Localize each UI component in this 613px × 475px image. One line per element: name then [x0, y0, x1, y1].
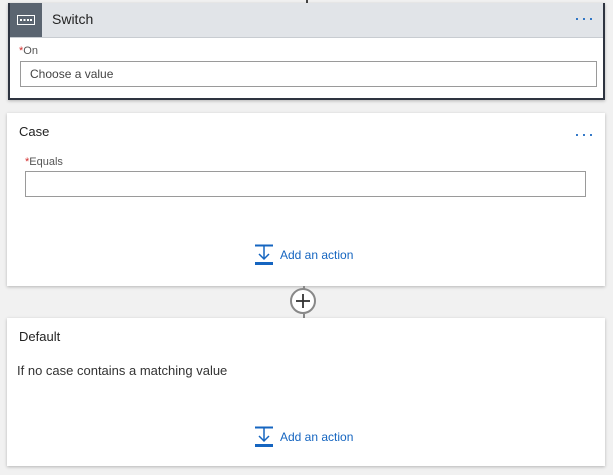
equals-label-text: Equals — [29, 156, 63, 168]
on-label: *On — [19, 45, 38, 57]
switch-more-menu-button[interactable]: ··· — [574, 9, 595, 27]
on-label-text: On — [23, 45, 38, 57]
switch-title: Switch — [52, 11, 94, 27]
switch-header[interactable]: Switch ··· — [10, 3, 603, 38]
switch-card: Switch ··· *On Choose a value — [8, 3, 605, 100]
default-description: If no case contains a matching value — [17, 363, 228, 378]
equals-label: *Equals — [25, 156, 63, 168]
case-card: Case ··· *Equals Add an action — [7, 113, 605, 286]
default-add-action-button[interactable]: Add an action — [254, 426, 353, 448]
default-add-action-label: Add an action — [280, 430, 354, 444]
on-value-input[interactable]: Choose a value — [20, 61, 597, 87]
case-more-menu-button[interactable]: ··· — [574, 125, 595, 143]
add-action-icon — [255, 244, 273, 265]
case-add-action-button[interactable]: Add an action — [254, 244, 353, 266]
default-card: Default If no case contains a matching v… — [7, 318, 605, 466]
add-step-button[interactable] — [290, 288, 316, 314]
case-add-action-label: Add an action — [280, 248, 354, 262]
equals-input[interactable] — [25, 171, 586, 197]
switch-icon — [10, 3, 42, 37]
default-title: Default — [19, 329, 61, 344]
add-action-icon — [255, 426, 273, 447]
case-title: Case — [19, 124, 50, 139]
plus-icon — [296, 294, 310, 308]
